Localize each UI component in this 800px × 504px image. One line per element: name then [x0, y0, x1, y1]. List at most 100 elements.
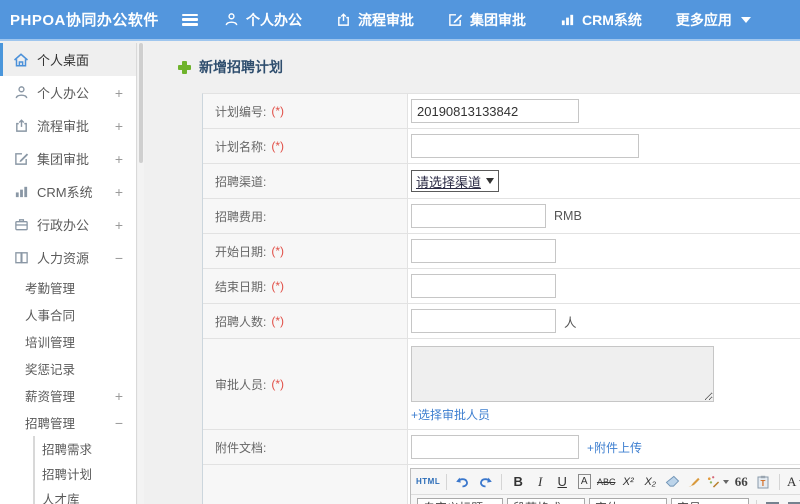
menu-icon[interactable]: [182, 13, 198, 26]
share-icon: [13, 118, 29, 134]
chart-icon: [13, 184, 29, 200]
font-size-select[interactable]: 字号: [671, 497, 749, 504]
custom-heading-select[interactable]: 自定义标题: [417, 497, 503, 504]
nav-crm[interactable]: CRM系统: [560, 10, 642, 30]
strikethrough-button[interactable]: ABC: [596, 472, 616, 492]
sidebar-item-workflow-approval[interactable]: 流程审批 +: [0, 109, 136, 142]
sidebar-item-talent-pool[interactable]: 人才库: [35, 486, 136, 504]
sidebar-item-salary[interactable]: 薪资管理 +: [0, 382, 136, 409]
plan-name-input[interactable]: [411, 134, 639, 158]
sidebar-item-hr[interactable]: 人力资源 −: [0, 241, 136, 274]
field-label: 招聘费用:: [215, 209, 267, 224]
redo-icon[interactable]: [475, 472, 495, 492]
nav-personal-office[interactable]: 个人办公: [224, 10, 302, 30]
select-approvers-link[interactable]: +选择审批人员: [411, 406, 490, 423]
sidebar: 个人桌面 个人办公 + 流程审批 + 集团审批 + CRM系统 + 行政办公 +…: [0, 43, 137, 504]
paste-text-icon[interactable]: T: [753, 472, 773, 492]
underline-button[interactable]: U: [552, 472, 572, 492]
chevron-down-icon: [486, 178, 495, 184]
end-date-input[interactable]: [411, 274, 556, 298]
book-icon: [13, 250, 29, 266]
form-row-attachment: 附件文档: +附件上传: [203, 430, 800, 465]
sidebar-item-hr-contract[interactable]: 人事合同: [0, 301, 136, 328]
chevron-down-icon: [740, 16, 751, 23]
recruit-plan-form: 计划编号: (*) 计划名称: (*) 招聘渠道: 请选择渠道: [202, 93, 800, 504]
editor-toolbar-row2: 自定义标题 段落格式 字体 字号: [411, 495, 800, 504]
upload-attachment-link[interactable]: +附件上传: [587, 439, 642, 456]
expand-icon[interactable]: +: [115, 85, 123, 101]
required-mark: (*): [271, 377, 285, 391]
editor-toolbar-row1: HTML B I U A ABC X² X₂ 66 T A: [411, 469, 800, 495]
expand-icon[interactable]: +: [115, 151, 123, 167]
expand-icon[interactable]: +: [115, 217, 123, 233]
sidebar-item-crm[interactable]: CRM系统 +: [0, 175, 136, 208]
subscript-button[interactable]: X₂: [640, 472, 660, 492]
sidebar-item-recruit-plan[interactable]: 招聘计划: [35, 461, 136, 486]
form-row-channel: 招聘渠道: 请选择渠道: [203, 164, 800, 199]
sidebar-item-group-approval[interactable]: 集团审批 +: [0, 142, 136, 175]
autoformat-button[interactable]: A: [577, 474, 591, 489]
eraser-icon[interactable]: [662, 472, 682, 492]
sidebar-item-rewards[interactable]: 奖惩记录: [0, 355, 136, 382]
bold-button[interactable]: B: [508, 472, 528, 492]
form-row-plan-name: 计划名称: (*): [203, 129, 800, 164]
align-left-icon[interactable]: [763, 498, 783, 504]
fee-input[interactable]: [411, 204, 546, 228]
expand-icon[interactable]: +: [115, 184, 123, 200]
sidebar-item-attendance[interactable]: 考勤管理: [0, 274, 136, 301]
nav-more-apps[interactable]: 更多应用: [676, 10, 751, 30]
nav-group-approval[interactable]: 集团审批: [448, 10, 526, 30]
sidebar-item-recruit-demand[interactable]: 招聘需求: [35, 436, 136, 461]
form-row-approvers: 审批人员: (*) +选择审批人员: [203, 339, 800, 430]
user-icon: [224, 12, 239, 27]
headcount-input[interactable]: [411, 309, 556, 333]
plan-no-input[interactable]: [411, 99, 579, 123]
font-color-button[interactable]: A: [786, 472, 800, 492]
sidebar-item-recruitment[interactable]: 招聘管理 −: [0, 409, 136, 436]
collapse-icon[interactable]: −: [115, 250, 123, 266]
sidebar-item-desktop[interactable]: 个人桌面: [0, 43, 136, 76]
format-painter-icon[interactable]: [706, 472, 730, 492]
form-row-fee: 招聘费用: RMB: [203, 199, 800, 234]
channel-select[interactable]: 请选择渠道: [411, 170, 500, 192]
chart-icon: [560, 12, 575, 27]
align-center-icon[interactable]: [785, 498, 800, 504]
superscript-button[interactable]: X²: [618, 472, 638, 492]
sidebar-item-admin-office[interactable]: 行政办公 +: [0, 208, 136, 241]
approvers-textarea[interactable]: [411, 346, 714, 402]
recruitment-submenu: 招聘需求 招聘计划 人才库: [33, 436, 136, 504]
required-mark: (*): [271, 314, 285, 328]
user-icon: [13, 85, 29, 101]
attachment-input[interactable]: [411, 435, 579, 459]
italic-button[interactable]: I: [530, 472, 550, 492]
home-icon: [13, 52, 29, 68]
nav-workflow-approval[interactable]: 流程审批: [336, 10, 414, 30]
edit-icon: [448, 12, 463, 27]
start-date-input[interactable]: [411, 239, 556, 263]
edit-icon: [13, 151, 29, 167]
expand-icon[interactable]: +: [115, 118, 123, 134]
required-mark: (*): [271, 104, 285, 118]
field-label: 招聘渠道:: [215, 174, 267, 189]
sidebar-item-personal-office[interactable]: 个人办公 +: [0, 76, 136, 109]
blockquote-button[interactable]: 66: [731, 472, 751, 492]
main-content: 新增招聘计划 计划编号: (*) 计划名称: (*) 招聘渠道: 请选择渠道: [144, 43, 800, 504]
expand-icon[interactable]: +: [115, 388, 123, 404]
sidebar-item-training[interactable]: 培训管理: [0, 328, 136, 355]
required-mark: (*): [271, 139, 285, 153]
page-title: 新增招聘计划: [178, 57, 800, 77]
svg-text:T: T: [761, 479, 766, 488]
brush-icon[interactable]: [684, 472, 704, 492]
field-label: 计划名称:: [215, 139, 267, 154]
field-label: 附件文档:: [215, 440, 267, 455]
chevron-down-icon: [723, 479, 730, 484]
form-row-plan-no: 计划编号: (*): [203, 94, 800, 129]
collapse-icon[interactable]: −: [115, 415, 123, 431]
undo-icon[interactable]: [453, 472, 473, 492]
field-label: 结束日期:: [215, 279, 267, 294]
html-source-button[interactable]: HTML: [416, 472, 440, 492]
headcount-unit: 人: [564, 315, 577, 330]
paragraph-format-select[interactable]: 段落格式: [507, 497, 585, 504]
font-family-select[interactable]: 字体: [589, 497, 667, 504]
required-mark: (*): [271, 244, 285, 258]
